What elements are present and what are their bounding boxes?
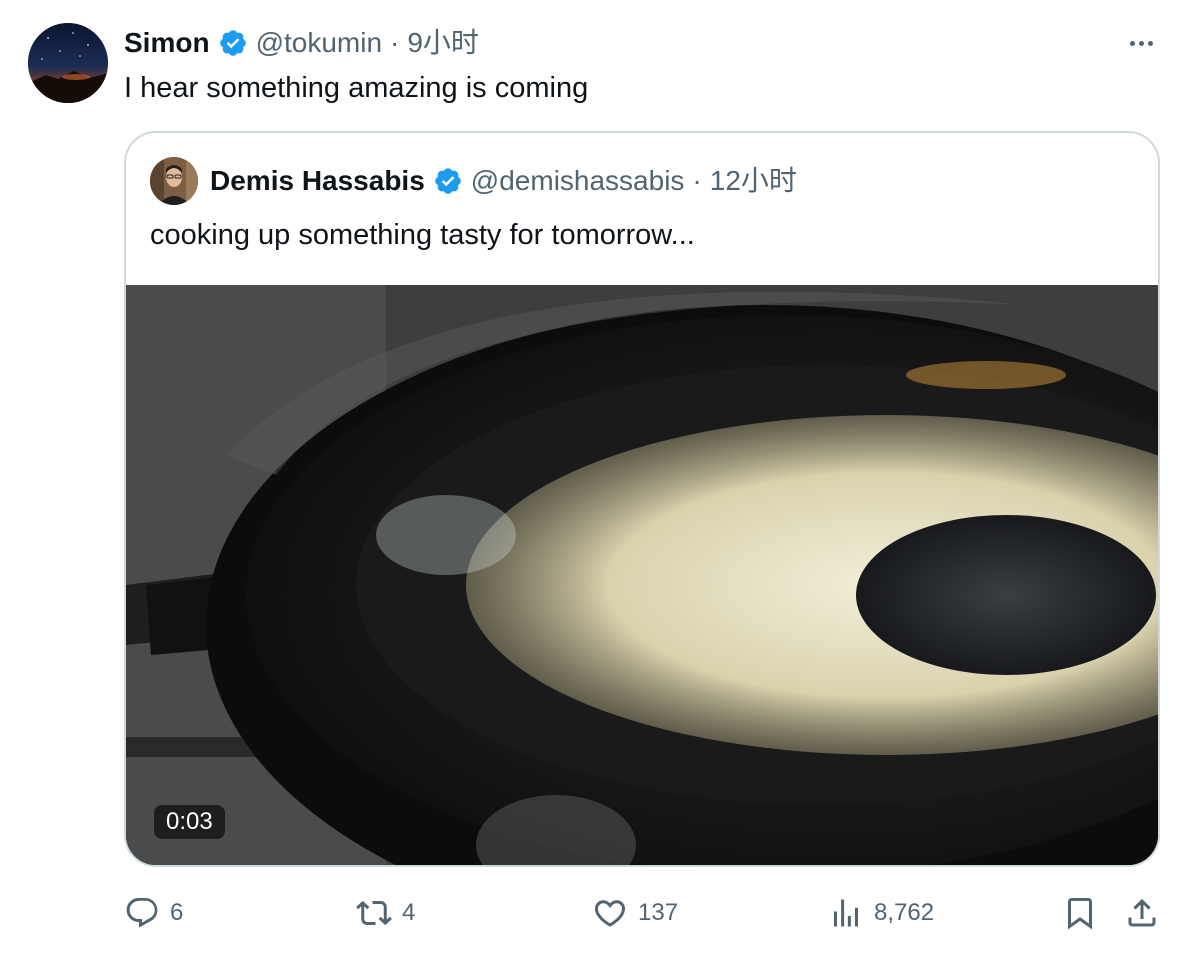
- video-player[interactable]: 0:03: [126, 285, 1158, 865]
- share-icon: [1128, 898, 1156, 927]
- reply-icon: [126, 898, 158, 928]
- quoted-tweet-header: Demis Hassabis @demishassabis · 12小时: [150, 157, 797, 205]
- tweet-timestamp[interactable]: 9小时: [407, 26, 479, 60]
- author-handle[interactable]: @tokumin: [256, 26, 382, 60]
- video-frame: [126, 285, 1158, 865]
- share-button[interactable]: [1124, 893, 1160, 933]
- separator-dot: ·: [390, 27, 400, 58]
- views-count: 8,762: [874, 899, 935, 926]
- tweet-header: Simon @tokumin · 9小时: [124, 26, 479, 60]
- separator-dot: ·: [692, 165, 702, 196]
- author-name[interactable]: Simon: [124, 26, 210, 60]
- quoted-author-avatar[interactable]: [150, 157, 198, 205]
- retweet-icon: [356, 900, 392, 926]
- retweet-count: 4: [402, 899, 416, 926]
- video-duration-badge: 0:03: [154, 805, 225, 839]
- quoted-author-name[interactable]: Demis Hassabis: [210, 164, 425, 198]
- like-count: 137: [638, 899, 679, 926]
- bookmark-icon: [1068, 898, 1092, 930]
- heart-icon: [594, 900, 626, 927]
- like-button[interactable]: 137: [592, 893, 678, 933]
- quoted-tweet-card[interactable]: Demis Hassabis @demishassabis · 12小时 coo…: [124, 131, 1160, 867]
- reply-count: 6: [170, 899, 184, 926]
- author-avatar[interactable]: [28, 23, 108, 103]
- retweet-button[interactable]: 4: [356, 893, 415, 933]
- quoted-timestamp[interactable]: 12小时: [710, 164, 797, 198]
- views-chart-icon: [834, 899, 858, 927]
- verified-badge-icon[interactable]: [218, 28, 248, 58]
- reply-button[interactable]: 6: [124, 893, 183, 933]
- quoted-author-handle[interactable]: @demishassabis: [471, 164, 685, 198]
- more-horizontal-icon[interactable]: [1124, 28, 1158, 58]
- tweet[interactable]: Simon @tokumin · 9小时 I hear something am…: [0, 0, 1186, 954]
- bookmark-button[interactable]: [1062, 893, 1098, 933]
- tweet-text: I hear something amazing is coming: [124, 72, 589, 104]
- quoted-tweet-text: cooking up something tasty for tomorrow.…: [150, 219, 695, 251]
- verified-badge-icon[interactable]: [433, 166, 463, 196]
- views-button[interactable]: 8,762: [828, 893, 934, 933]
